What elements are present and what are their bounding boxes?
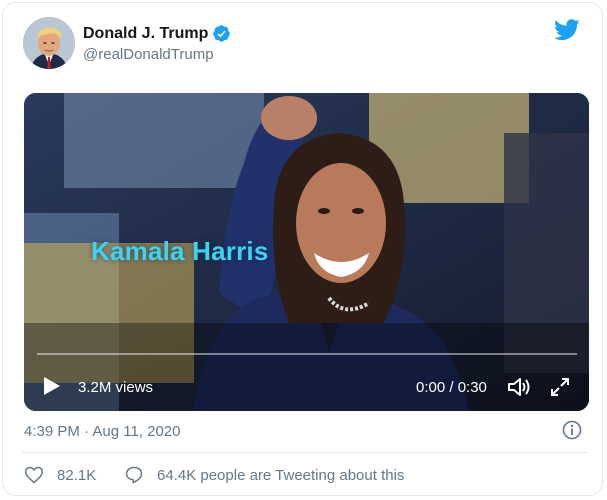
people-tweeting-link[interactable]: 64.4K people are Tweeting about this <box>124 465 404 485</box>
video-progress-bar[interactable] <box>37 353 577 355</box>
like-button[interactable]: 82.1K <box>24 465 96 485</box>
fullscreen-icon[interactable] <box>549 376 571 398</box>
play-icon[interactable] <box>40 375 62 397</box>
avatar[interactable] <box>23 17 75 69</box>
people-tweeting-text: 64.4K people are Tweeting about this <box>157 466 405 484</box>
video-player[interactable]: Kamala Harris 3.2M views 0:00 / 0:30 <box>24 93 589 411</box>
video-time: 0:00 / 0:30 <box>416 379 487 396</box>
twitter-bird-icon[interactable] <box>554 19 580 41</box>
display-name[interactable]: Donald J. Trump <box>83 25 208 43</box>
verified-badge-icon <box>213 25 231 42</box>
like-count: 82.1K <box>57 466 97 484</box>
tweet-card: Donald J. Trump @realDonaldTrump Kamala … <box>2 2 603 496</box>
speech-bubble-icon <box>125 466 143 484</box>
volume-icon[interactable] <box>506 375 532 399</box>
tweet-timestamp[interactable]: 4:39 PM · Aug 11, 2020 <box>24 423 181 440</box>
user-handle[interactable]: @realDonaldTrump <box>83 46 214 63</box>
info-icon[interactable] <box>562 420 582 440</box>
video-view-count: 3.2M views <box>78 379 154 396</box>
video-overlay-name: Kamala Harris <box>91 236 269 266</box>
heart-icon <box>24 466 44 484</box>
divider <box>22 452 588 453</box>
